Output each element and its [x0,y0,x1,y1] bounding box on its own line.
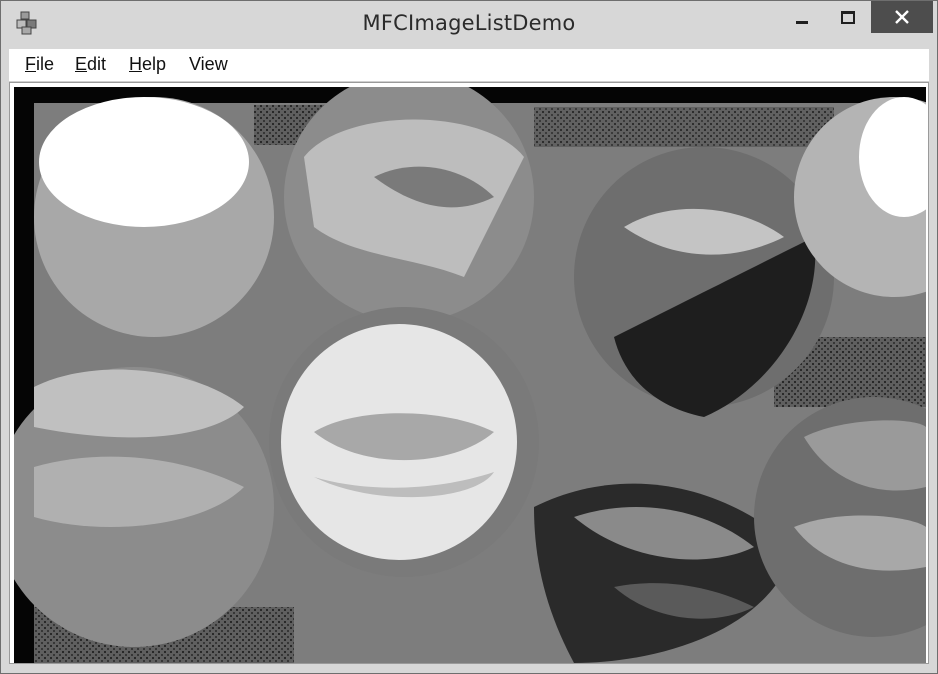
menu-edit[interactable]: Edit [73,54,108,75]
menu-file-mnemonic: F [25,54,36,74]
highlight [39,97,249,227]
client-area [9,82,929,664]
maximize-button[interactable] [825,1,871,33]
app-window: MFCImageListDemo File Edit Help View [0,0,938,674]
menu-view-label: View [189,54,228,74]
menu-bar: File Edit Help View [9,49,929,82]
minimize-button[interactable] [779,1,825,33]
menu-file[interactable]: File [23,54,56,75]
menu-help-label: elp [142,54,167,74]
menu-view[interactable]: View [187,54,230,75]
close-icon [895,10,909,24]
noise-band [534,107,834,147]
menu-file-label: ile [36,54,55,74]
menu-help-mnemonic: H [129,54,142,74]
maximize-icon [841,11,855,24]
minimize-icon [796,21,808,24]
title-bar[interactable]: MFCImageListDemo [1,1,937,49]
menu-edit-label: dit [87,54,107,74]
menu-help[interactable]: Help [127,54,168,75]
menu-edit-mnemonic: E [75,54,88,74]
spheres-image [14,87,926,663]
close-button[interactable] [871,1,933,33]
image-view [14,87,926,663]
